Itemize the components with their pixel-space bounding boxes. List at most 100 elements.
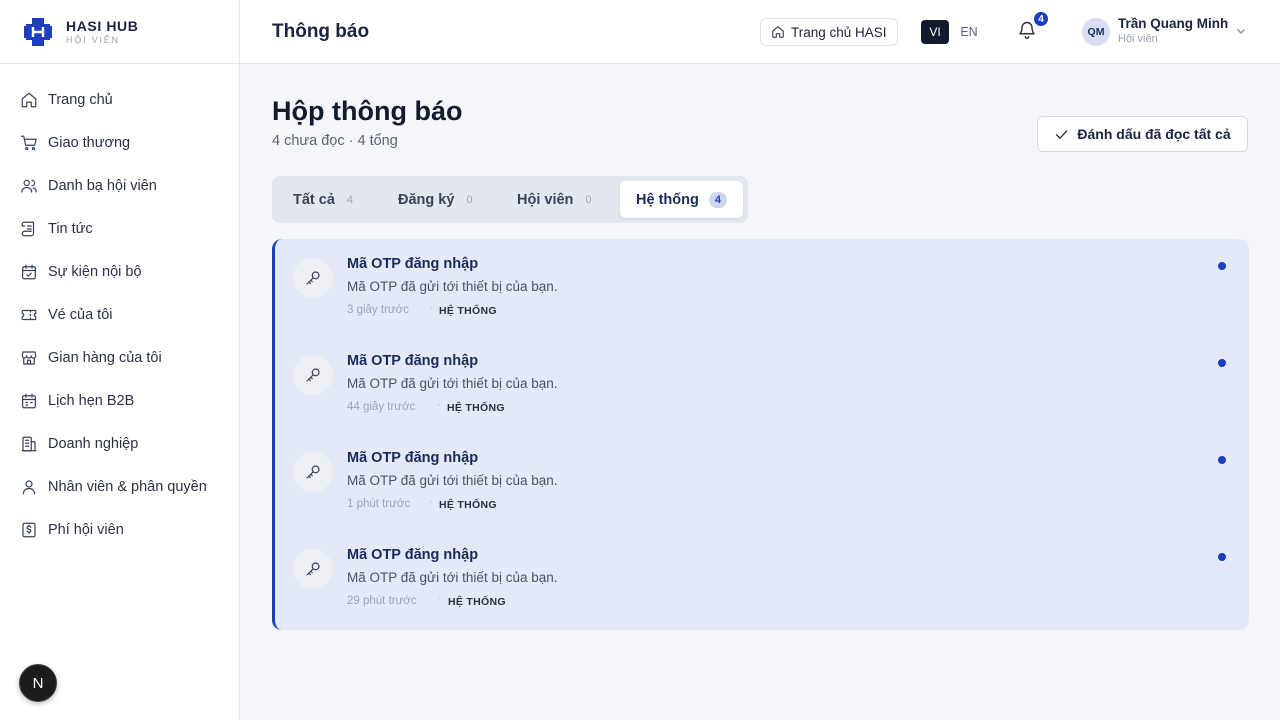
notification-title: Mã OTP đăng nhập: [347, 547, 479, 563]
sidebar-item-label: Nhân viên & phân quyền: [48, 478, 207, 495]
sidebar-item-label: Trang chủ: [48, 91, 113, 108]
sidebar-item-membership-fee[interactable]: Phí hội viên: [0, 508, 239, 551]
key-icon: [293, 549, 333, 589]
notification-time: 3 giây trước: [347, 304, 409, 316]
unread-dot: [1218, 456, 1226, 464]
tab-system[interactable]: Hệ thống 4: [620, 181, 743, 218]
notification-count-badge: 4: [1032, 10, 1050, 28]
tab-count: 4: [708, 191, 727, 208]
notification-list: Mã OTP đăng nhập Mã OTP đã gửi tới thiết…: [272, 239, 1249, 630]
key-icon: [293, 452, 333, 492]
notification-item[interactable]: Mã OTP đăng nhập Mã OTP đã gửi tới thiết…: [275, 433, 1249, 530]
tab-label: Tất cả: [293, 191, 335, 208]
sidebar-item-internal-events[interactable]: Sự kiện nội bộ: [0, 250, 239, 293]
lang-en-button[interactable]: EN: [955, 20, 983, 44]
calendar-icon: [22, 393, 36, 408]
sidebar-nav: Trang chủ Giao thương Danh bạ hội viên T…: [0, 64, 239, 551]
notification-separator: ·: [438, 593, 442, 605]
user-name[interactable]: Trần Quang Minh: [1118, 16, 1228, 31]
notification-tag: HỆ THỐNG: [448, 596, 506, 608]
sidebar-item-business[interactable]: Doanh nghiệp: [0, 422, 239, 465]
sidebar-item-label: Danh bạ hội viên: [48, 177, 157, 194]
sidebar-item-label: Tin tức: [48, 220, 93, 237]
sidebar-item-my-store[interactable]: Gian hàng của tôi: [0, 336, 239, 379]
sidebar-item-label: Lịch hẹn B2B: [48, 392, 135, 409]
notification-body: Mã OTP đã gửi tới thiết bị của bạn.: [347, 570, 558, 585]
dev-tools-badge[interactable]: N: [19, 664, 57, 702]
tab-members[interactable]: Hội viên 0: [517, 181, 592, 218]
sidebar-item-label: Phí hội viên: [48, 521, 124, 538]
scroll-icon: [21, 221, 35, 236]
user-role: Hội viên: [1118, 33, 1158, 45]
notification-body: Mã OTP đã gửi tới thiết bị của bạn.: [347, 376, 558, 391]
receipt-icon: [22, 522, 36, 537]
unread-dot: [1218, 359, 1226, 367]
unread-dot: [1218, 262, 1226, 270]
notification-tag: HỆ THỐNG: [447, 402, 505, 414]
unread-dot: [1218, 553, 1226, 561]
notification-item[interactable]: Mã OTP đăng nhập Mã OTP đã gửi tới thiết…: [275, 530, 1249, 627]
users-icon: [21, 179, 37, 193]
mark-all-read-button[interactable]: Đánh dấu đã đọc tất cả: [1037, 116, 1248, 152]
sidebar-item-label: Sự kiện nội bộ: [48, 263, 142, 280]
sidebar-item-home[interactable]: Trang chủ: [0, 78, 239, 121]
notification-tabs: Tất cả 4 Đăng ký 0 Hội viên 0 Hệ thống 4: [272, 176, 748, 223]
notification-item[interactable]: Mã OTP đăng nhập Mã OTP đã gửi tới thiết…: [275, 336, 1249, 433]
check-icon: [1056, 129, 1068, 139]
sidebar-item-label: Vé của tôi: [48, 306, 113, 323]
hasi-home-button[interactable]: Trang chủ HASI: [760, 18, 898, 46]
notification-bell-button[interactable]: 4: [1017, 10, 1050, 44]
notification-title: Mã OTP đăng nhập: [347, 256, 479, 272]
building-icon: [21, 436, 37, 451]
header-title: Thông báo: [272, 20, 370, 42]
sidebar-item-news[interactable]: Tin tức: [0, 207, 239, 250]
user-icon: [22, 479, 36, 494]
brand-name: HASI HUB: [66, 18, 139, 34]
sidebar-item-label: Giao thương: [48, 134, 131, 151]
brand[interactable]: HASI HUB HỘI VIÊN: [0, 0, 239, 64]
notification-time: 1 phút trước: [347, 498, 411, 510]
page-subtitle: 4 chưa đọc · 4 tổng: [272, 133, 398, 149]
mark-all-read-label: Đánh dấu đã đọc tất cả: [1077, 126, 1231, 142]
ticket-icon: [21, 309, 37, 320]
notification-time: 44 giây trước: [347, 401, 416, 413]
lang-vi-button[interactable]: VI: [921, 20, 949, 44]
chevron-down-icon[interactable]: [1235, 25, 1247, 37]
sidebar-item-staff-permissions[interactable]: Nhân viên & phân quyền: [0, 465, 239, 508]
cart-icon: [20, 135, 37, 150]
notification-body: Mã OTP đã gửi tới thiết bị của bạn.: [347, 473, 558, 488]
tab-registration[interactable]: Đăng ký 0: [398, 181, 473, 218]
sidebar: HASI HUB HỘI VIÊN Trang chủ Giao thương …: [0, 0, 240, 720]
page-title: Hộp thông báo: [272, 96, 463, 126]
notification-separator: ·: [437, 399, 441, 411]
home-icon: [772, 26, 784, 38]
sidebar-item-label: Gian hàng của tôi: [48, 349, 162, 366]
tab-count: 0: [585, 193, 592, 206]
sidebar-item-my-tickets[interactable]: Vé của tôi: [0, 293, 239, 336]
avatar[interactable]: QM: [1082, 18, 1110, 46]
sidebar-item-member-directory[interactable]: Danh bạ hội viên: [0, 164, 239, 207]
tab-label: Đăng ký: [398, 191, 455, 208]
calendar-check-icon: [22, 264, 36, 279]
notification-time: 29 phút trước: [347, 595, 417, 607]
notification-tag: HỆ THỐNG: [439, 499, 497, 511]
sidebar-item-trade[interactable]: Giao thương: [0, 121, 239, 164]
sidebar-item-b2b-appointments[interactable]: Lịch hẹn B2B: [0, 379, 239, 422]
tab-all[interactable]: Tất cả 4: [293, 181, 353, 218]
tab-label: Hội viên: [517, 191, 574, 208]
notification-item[interactable]: Mã OTP đăng nhập Mã OTP đã gửi tới thiết…: [275, 239, 1249, 336]
tab-label: Hệ thống: [636, 191, 699, 208]
home-icon: [21, 92, 37, 107]
key-icon: [293, 355, 333, 395]
top-header: Thông báo Trang chủ HASI VI EN 4 QM Trần…: [240, 0, 1280, 64]
notification-title: Mã OTP đăng nhập: [347, 450, 479, 466]
notification-separator: ·: [429, 302, 433, 314]
hasi-logo-icon: [24, 17, 52, 46]
store-icon: [21, 350, 37, 365]
brand-subtitle: HỘI VIÊN: [66, 35, 120, 45]
hasi-home-label: Trang chủ HASI: [791, 24, 887, 40]
notification-tag: HỆ THỐNG: [439, 305, 497, 317]
key-icon: [293, 258, 333, 298]
tab-count: 4: [346, 193, 354, 206]
notification-body: Mã OTP đã gửi tới thiết bị của bạn.: [347, 279, 558, 294]
